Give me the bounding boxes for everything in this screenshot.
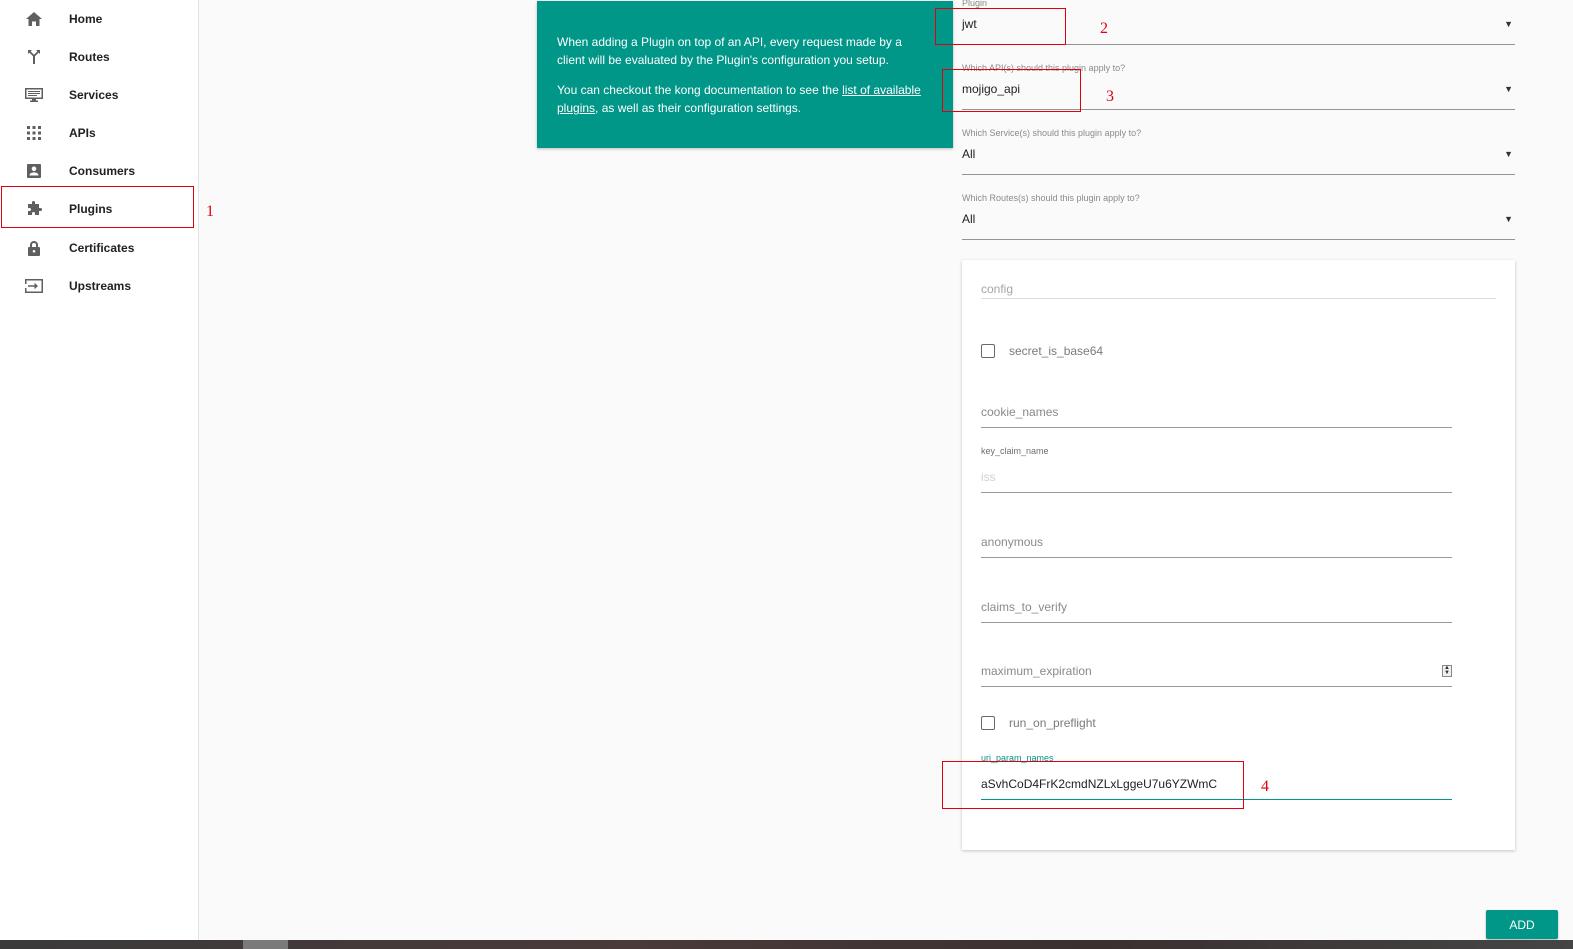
- routes-icon: [25, 48, 43, 66]
- key-claim-name-placeholder: iss: [981, 470, 996, 484]
- annotation-box-2: [935, 8, 1066, 45]
- annotation-number-4: 4: [1261, 778, 1269, 795]
- dropdown-arrow-icon: ▼: [1504, 149, 1513, 159]
- annotation-box-4: [942, 761, 1244, 809]
- sidebar-item-label: Routes: [69, 50, 110, 64]
- sidebar-item-label: APIs: [69, 126, 96, 140]
- plugin-info-card: When adding a Plugin on top of an API, e…: [537, 1, 953, 148]
- annotation-box-1: [1, 186, 194, 228]
- sidebar-item-label: Certificates: [69, 241, 135, 255]
- sidebar-item-label: Consumers: [69, 164, 136, 178]
- annotation-number-2: 2: [1100, 20, 1108, 37]
- sidebar-item-certificates[interactable]: Certificates: [0, 229, 198, 267]
- info-text-2-prefix: You can checkout the kong documentation …: [557, 83, 843, 97]
- claims-to-verify-field[interactable]: claims_to_verify: [981, 592, 1452, 623]
- sidebar: Home Routes Services APIs Consumers Plug…: [0, 0, 199, 949]
- info-text-2-suffix: , as well as their configuration setting…: [595, 101, 802, 115]
- sidebar-item-label: Services: [69, 88, 119, 102]
- cookie-names-label: cookie_names: [981, 405, 1059, 419]
- dropdown-arrow-icon: ▼: [1504, 19, 1513, 29]
- plugin-select-label: Plugin: [962, 0, 988, 8]
- sidebar-item-services[interactable]: Services: [0, 76, 198, 114]
- route-select[interactable]: Which Routes(s) should this plugin apply…: [962, 193, 1515, 240]
- anonymous-field[interactable]: anonymous: [981, 527, 1452, 558]
- key-claim-name-label: key_claim_name: [981, 446, 1049, 456]
- sidebar-item-home[interactable]: Home: [0, 0, 198, 38]
- upstreams-icon: [25, 277, 43, 295]
- run-on-preflight-checkbox[interactable]: [981, 716, 995, 730]
- annotation-number-3: 3: [1106, 88, 1114, 105]
- dropdown-arrow-icon: ▼: [1504, 214, 1513, 224]
- run-on-preflight-label: run_on_preflight: [1009, 716, 1096, 730]
- route-select-label: Which Routes(s) should this plugin apply…: [962, 193, 1140, 203]
- route-select-value: All: [962, 212, 976, 226]
- claims-to-verify-label: claims_to_verify: [981, 600, 1068, 614]
- service-select-label: Which Service(s) should this plugin appl…: [962, 128, 1142, 138]
- key-claim-name-field[interactable]: iss: [981, 462, 1452, 493]
- add-button[interactable]: ADD: [1486, 910, 1558, 939]
- service-select-value: All: [962, 147, 976, 161]
- secret-is-base64-row[interactable]: secret_is_base64: [981, 341, 1103, 361]
- info-text-1: When adding a Plugin on top of an API, e…: [557, 35, 902, 67]
- consumers-icon: [25, 162, 43, 180]
- home-icon: [25, 10, 43, 28]
- certificates-icon: [25, 239, 43, 257]
- services-icon: [25, 86, 43, 104]
- taskbar-item[interactable]: [243, 940, 288, 949]
- sidebar-item-routes[interactable]: Routes: [0, 38, 198, 76]
- config-title: config: [981, 282, 1496, 299]
- secret-is-base64-checkbox[interactable]: [981, 344, 995, 358]
- service-select[interactable]: Which Service(s) should this plugin appl…: [962, 128, 1515, 175]
- run-on-preflight-row[interactable]: run_on_preflight: [981, 713, 1096, 733]
- apis-icon: [25, 124, 43, 142]
- sidebar-item-upstreams[interactable]: Upstreams: [0, 267, 198, 305]
- sidebar-item-label: Upstreams: [69, 279, 132, 293]
- dropdown-arrow-icon: ▼: [1504, 84, 1513, 94]
- anonymous-label: anonymous: [981, 535, 1044, 549]
- cookie-names-field[interactable]: cookie_names: [981, 397, 1452, 428]
- maximum-expiration-label: maximum_expiration: [981, 664, 1092, 678]
- sidebar-item-label: Home: [69, 12, 103, 26]
- sidebar-item-consumers[interactable]: Consumers: [0, 152, 198, 190]
- annotation-box-3: [942, 69, 1081, 112]
- taskbar: [0, 940, 1573, 949]
- secret-is-base64-label: secret_is_base64: [1009, 344, 1104, 358]
- info-text-2: You can checkout the kong documentation …: [557, 81, 933, 117]
- annotation-number-1: 1: [206, 203, 214, 220]
- number-spinner-icon[interactable]: ▲ ▼: [1442, 665, 1452, 677]
- sidebar-item-apis[interactable]: APIs: [0, 114, 198, 152]
- maximum-expiration-field[interactable]: maximum_expiration ▲ ▼: [981, 656, 1452, 687]
